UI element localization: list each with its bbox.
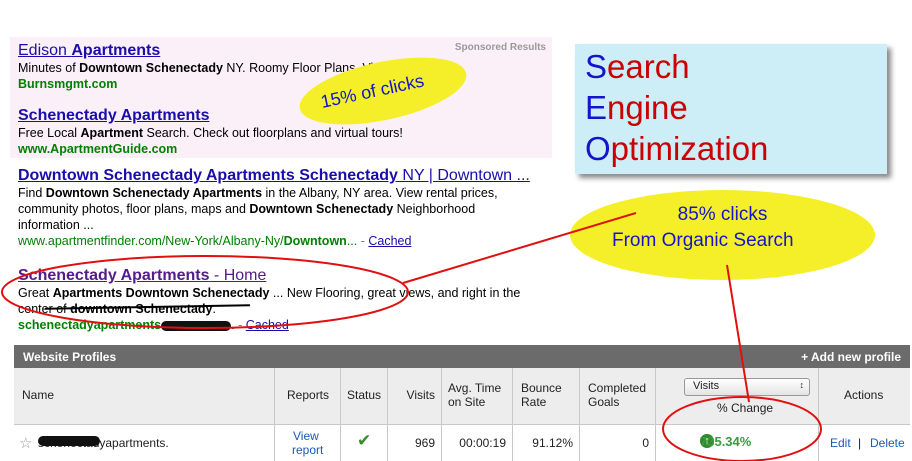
website-profiles-table: Website Profiles + Add new profile Name …: [14, 345, 910, 461]
organic-description: Find Downtown Schenectady Apartments in …: [18, 186, 498, 232]
seo-line-search: Search: [585, 48, 690, 85]
check-icon: ✔: [357, 431, 372, 450]
col-avg-time[interactable]: Avg. Time on Site: [441, 368, 512, 424]
organic-result-apartmentfinder: Downtown Schenectady Apartments Schenect…: [18, 166, 530, 249]
edit-link[interactable]: Edit: [830, 436, 851, 450]
select-arrows-icon: ↕: [799, 380, 805, 390]
col-bounce-rate[interactable]: Bounce Rate: [512, 368, 579, 424]
pct-change-cell: ↑ 735.34%: [655, 425, 818, 461]
organic-description: Great Apartments Downtown Schenectady ..…: [18, 286, 521, 316]
organic-url: schenectadyapartments. - Cached: [18, 318, 289, 332]
organic-title-link[interactable]: Schenectady Apartments - Home: [18, 266, 520, 285]
ad-description: Free Local Apartment Search. Check out f…: [18, 126, 403, 140]
view-report-link[interactable]: View: [293, 429, 319, 443]
cached-link[interactable]: Cached: [368, 234, 411, 248]
redaction-mark: [161, 320, 232, 331]
seo-line-engine: Engine: [585, 89, 688, 126]
goals-cell: 0: [579, 425, 655, 461]
organic-url: www.apartmentfinder.com/New-York/Albany-…: [18, 234, 412, 248]
delete-link[interactable]: Delete: [870, 436, 905, 450]
col-name[interactable]: Name: [14, 368, 274, 424]
paid-clicks-text: 15% of clicks: [318, 70, 426, 112]
ad-url[interactable]: www.ApartmentGuide.com: [18, 141, 403, 157]
star-icon[interactable]: ☆: [19, 434, 32, 452]
seo-line-optimization: Optimization: [585, 130, 769, 167]
column-header-row: Name Reports Status Visits Avg. Time on S…: [14, 368, 910, 425]
col-completed-goals[interactable]: Completed Goals: [579, 368, 655, 424]
col-status[interactable]: Status: [340, 368, 387, 424]
col-pct-change: Visits ↕ % Change: [655, 368, 818, 424]
profiles-header: Website Profiles + Add new profile: [14, 345, 910, 368]
organic-clicks-text-1: 85% clicks: [677, 204, 768, 225]
add-new-profile-link[interactable]: + Add new profile: [801, 350, 901, 364]
actions-cell: Edit | Delete: [818, 425, 910, 461]
organic-clicks-callout: 85% clicks From Organic Search: [570, 190, 875, 280]
col-visits[interactable]: Visits: [387, 368, 441, 424]
visits-cell: 969: [387, 425, 441, 461]
organic-clicks-text-2: From Organic Search: [612, 230, 794, 251]
avg-time-cell: 00:00:19: [441, 425, 512, 461]
profiles-title: Website Profiles: [23, 350, 117, 364]
action-separator: |: [858, 436, 862, 450]
bounce-rate-cell: 91.12%: [512, 425, 579, 461]
view-report-cell: View report: [274, 425, 340, 461]
organic-title-link[interactable]: Downtown Schenectady Apartments Schenect…: [18, 166, 530, 185]
table-row: ☆ schenectadyapartments. View report ✔ 9…: [14, 425, 910, 461]
sponsored-label: Sponsored Results: [454, 42, 546, 53]
redaction-mark: [38, 436, 100, 446]
seo-acronym-box: Search Engine Optimization: [575, 44, 887, 174]
col-actions: Actions: [818, 368, 910, 424]
profile-name-cell: ☆ schenectadyapartments.: [19, 434, 169, 452]
ad-title-link[interactable]: Edison Apartments: [18, 41, 440, 60]
status-cell: ✔: [340, 425, 387, 461]
view-report-link[interactable]: report: [292, 443, 323, 457]
col-reports: Reports: [274, 368, 340, 424]
metric-select[interactable]: Visits ↕: [684, 378, 810, 396]
organic-result-schenectadyapartments: Schenectady Apartments - Home Great Apar…: [18, 266, 520, 333]
cached-link[interactable]: Cached: [246, 318, 289, 332]
